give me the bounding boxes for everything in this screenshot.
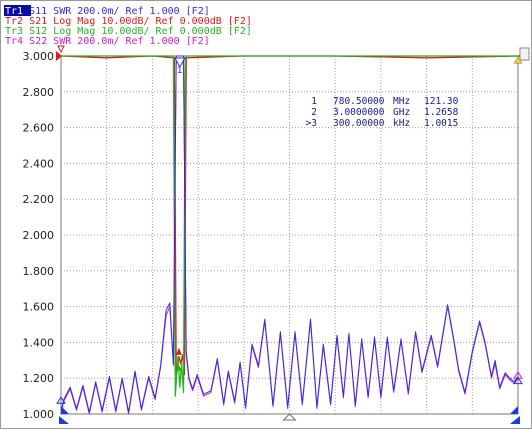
bottom-left-corner-indicator [59,416,69,424]
marker-unit: kHz [393,118,410,129]
trace-ref: Ref 1.000 [119,36,179,47]
marker-tr2-triangle[interactable] [175,347,182,355]
trace-format: SWR [47,36,72,47]
trace-scale: 200.0m/ [71,36,119,47]
trace-port: [F2] [180,36,210,47]
y-tick-label: 1.800 [23,265,55,278]
start-freq-indicator [61,406,69,414]
y-tick-label: 2.800 [23,86,55,99]
marker-frequency: 300.00000 [333,118,385,129]
y-tick-label: 2.000 [23,229,55,242]
y-tick-label: 2.600 [23,122,55,135]
right-scroll-stub [519,47,530,61]
y-tick-label: 2.400 [23,157,55,170]
marker-number: >3 [306,118,317,129]
y-tick-label: 1.200 [23,372,55,385]
marker-number: 2 [311,107,317,118]
marker-unit: MHz [393,96,410,107]
trace-label: Tr4 [5,36,23,47]
y-tick-label: 3.000 [23,50,55,63]
marker-value: 1.0015 [424,118,458,129]
trace-header-tr4[interactable]: Tr4 S22 SWR 200.0m/ Ref 1.000 [F2] [5,36,210,47]
marker-frequency: 780.50000 [333,96,385,107]
marker-value: 121.30 [424,96,459,107]
trace-port: [F2] [222,26,252,37]
marker-1-label: 1 [177,66,183,76]
trace-chart[interactable]: Tr1 S11 SWR 200.0m/ Ref 1.000 [F2]Tr2 S2… [1,1,532,430]
marker-readout-table: 1 780.50000 MHz 121.30 2 3.0000000 GHz 1.2658 >3… [306,96,459,129]
stop-freq-indicator [510,406,518,414]
center-stimulus-indicator [282,413,297,421]
y-tick-label: 1.400 [23,336,55,349]
marker-number: 1 [311,96,317,107]
y-tick-label: 1.000 [23,408,55,421]
y-axis-ticks: 3.000 2.800 2.600 2.400 2.200 2.000 1.800 1.600… [23,50,55,421]
trace-param: S22 [23,36,47,47]
bottom-right-corner-indicator [510,416,520,424]
marker-value: 1.2658 [424,107,459,118]
marker-unit: GHz [393,107,410,118]
y-tick-label: 2.200 [23,193,55,206]
trace-header: Tr1 S11 SWR 200.0m/ Ref 1.000 [F2]Tr2 S2… [4,5,252,47]
analyzer-display: Tr1 S11 SWR 200.0m/ Ref 1.000 [F2] Tr2 S2… [0,0,532,429]
y-tick-label: 1.600 [23,301,55,314]
marker-frequency: 3.0000000 [333,107,385,118]
